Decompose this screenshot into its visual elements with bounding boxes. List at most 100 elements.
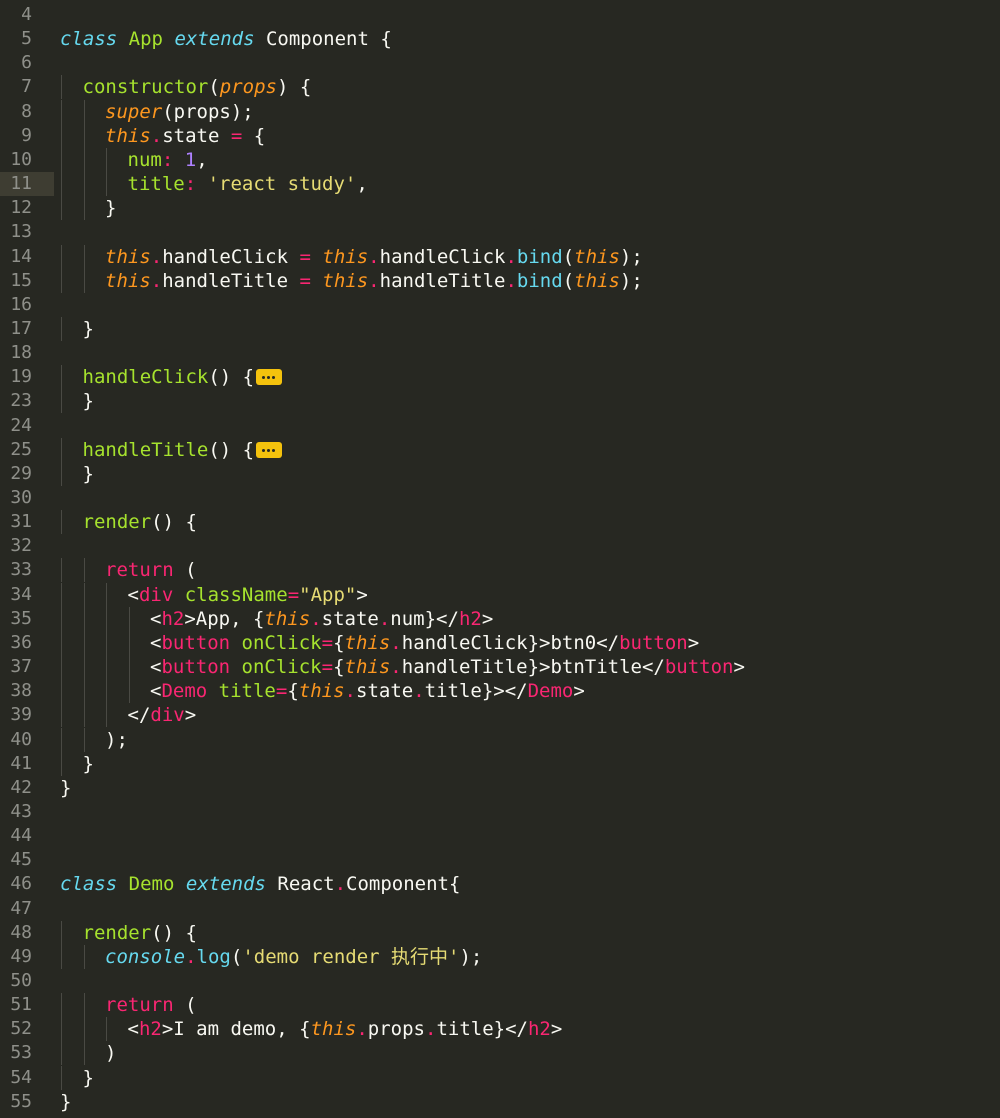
fold-ellipsis-icon[interactable] [256,369,283,386]
code-line[interactable]: 15 this.handleTitle = this.handleTitle.bi… [0,268,1000,293]
code-line[interactable]: 53) [0,1041,1000,1066]
code-line[interactable]: 55} [0,1090,1000,1114]
code-line[interactable]: 39 </div> [0,703,1000,728]
code-line[interactable]: 48 render() { [0,920,1000,945]
code-token: props [367,1018,425,1041]
code-line[interactable]: 35 <h2>App, {this.state.num}</h2> [0,606,1000,631]
code-token: return [105,994,174,1017]
code-token: } [60,1090,72,1113]
code-line[interactable]: 45 [0,848,1000,872]
code-line[interactable]: 7 constructor(props) { [0,75,1000,100]
indent-guide [61,172,62,197]
indent-guide [61,558,62,583]
code-line[interactable]: 14 this.handleClick = this.handleClick.bi… [0,244,1000,269]
code-token: >App, { [184,607,265,630]
code-token: . [334,873,347,896]
indent-guide [61,606,62,631]
code-line[interactable]: 51 return ( [0,993,1000,1018]
indent-guide [106,703,107,728]
code-line[interactable]: 44 [0,824,1000,848]
code-token: ); [619,245,643,268]
code-editor[interactable]: 4 5 class App extends Component {6 7 constru… [0,0,1000,1118]
code-token: this [264,607,311,630]
code-token: . [390,631,402,654]
code-line[interactable]: 33 return ( [0,558,1000,583]
code-line[interactable]: 36 <button onClick={this.handleClick}>btn… [0,630,1000,655]
code-line[interactable]: 25 handleTitle() { [0,437,1000,462]
code-line[interactable]: 23} [0,389,1000,414]
code-token: handleClick [162,245,300,268]
indent-guide [128,679,130,704]
code-line[interactable]: 29} [0,461,1000,486]
code-line[interactable]: 52 <h2>I am demo, {this.props.title}</h2> [0,1017,1000,1042]
code-token: < [150,680,162,703]
line-code: } [83,752,94,776]
line-number: 34 [10,583,32,605]
code-line[interactable]: 6 [0,51,1000,75]
code-token: h2 [527,1018,551,1041]
line-code: handleTitle() { [83,438,283,462]
line-number: 53 [10,1042,32,1064]
code-token: (props); [162,100,254,123]
code-line[interactable]: 11 title: 'react study', [0,172,1000,197]
code-token: > [356,583,368,606]
line-code: ); [105,728,128,752]
indent-guide [61,365,62,390]
code-token: 'demo render 执行中' [242,945,460,968]
code-line[interactable]: 32 [0,534,1000,558]
indent-guide [61,75,62,100]
code-line[interactable]: 31 render() { [0,510,1000,535]
indent-guide [61,679,62,704]
code-line[interactable]: 10 num: 1, [0,147,1000,172]
line-number: 11 [0,172,54,197]
code-line[interactable]: 24 [0,414,1000,438]
code-line[interactable]: 40); [0,727,1000,752]
code-line[interactable]: 43 [0,800,1000,824]
line-code: ) [105,1041,116,1065]
code-line[interactable]: 18 [0,341,1000,365]
code-line[interactable]: 12} [0,196,1000,221]
code-token: { [242,124,266,147]
code-line[interactable]: 46 class Demo extends React.Component{ [0,872,1000,896]
code-token: . [150,124,163,147]
code-line[interactable]: 4 [0,3,1000,27]
code-line[interactable]: 16 [0,293,1000,317]
code-line[interactable]: 47 [0,897,1000,921]
line-code: class Demo extends React.Component{ [60,872,460,896]
code-line[interactable]: 50 [0,969,1000,993]
code-line[interactable]: 41} [0,751,1000,776]
code-line[interactable]: 17} [0,316,1000,341]
code-line[interactable]: 38 <Demo title={this.state.title}></Demo> [0,679,1000,704]
code-token: = [230,124,243,147]
code-line[interactable]: 30 [0,486,1000,510]
code-token: this [322,245,369,268]
code-token: render [82,511,152,534]
code-token: this [298,680,345,703]
code-token: ( [173,994,197,1017]
code-token: { [287,680,299,703]
code-token: . [505,269,517,292]
code-line[interactable]: 5 class App extends Component { [0,27,1000,51]
code-token: ); [459,945,483,968]
line-code: } [60,776,71,800]
code-line[interactable]: 9 this.state = { [0,123,1000,148]
code-line[interactable]: 13 [0,220,1000,244]
code-token: < [150,607,162,630]
indent-guide [83,703,85,728]
code-line[interactable]: 34 <div className="App"> [0,582,1000,607]
code-line[interactable]: 37 <button onClick={this.handleTitle}>btn… [0,655,1000,680]
fold-ellipsis-icon[interactable] [256,441,283,458]
code-line[interactable]: 19 handleClick() { [0,365,1000,390]
code-line[interactable]: 42} [0,776,1000,800]
line-number: 32 [10,535,32,557]
code-token: this [105,245,151,268]
line-code: <h2>App, {this.state.num}</h2> [150,607,493,631]
code-token: ( [562,269,575,292]
code-line[interactable]: 8 super(props); [0,99,1000,124]
code-line[interactable]: 54} [0,1065,1000,1090]
code-token: Demo [128,873,175,896]
code-line[interactable]: 49 console.log('demo render 执行中'); [0,944,1000,969]
